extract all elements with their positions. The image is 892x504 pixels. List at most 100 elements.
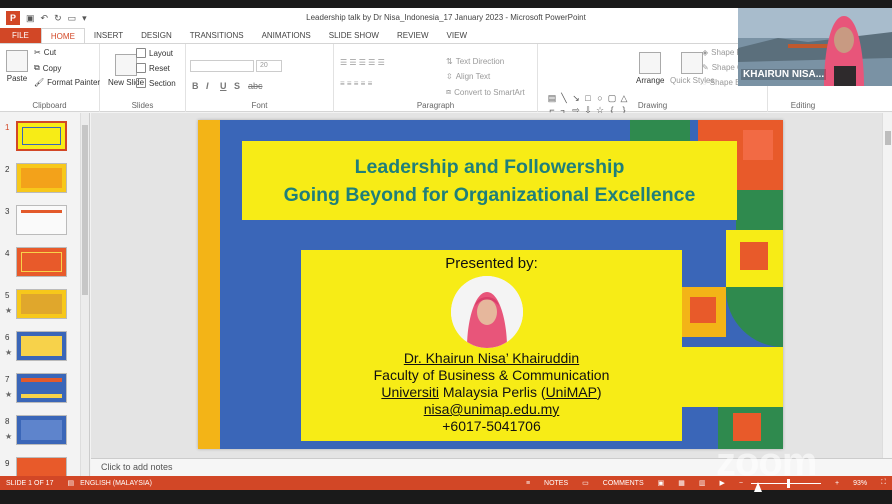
decor-orange-bottom [733,413,761,441]
slide-thumbnail[interactable] [16,331,67,361]
current-slide[interactable]: Leadership and Followership Going Beyond… [198,120,783,449]
present-icon[interactable]: ▭ [68,13,77,24]
shape-textbox-icon[interactable]: ▤ [546,92,558,104]
thumbnail-row[interactable]: 7 ★ [0,373,89,413]
fit-slide-icon[interactable]: ⛶ [881,479,886,487]
normal-view-icon[interactable]: ▣ [658,479,665,487]
tab-file[interactable]: FILE [0,28,41,43]
thumbnail-row[interactable]: 9 [0,457,89,476]
shape-triangle-icon[interactable]: △ [618,92,630,104]
notes-button[interactable]: NOTES [544,480,568,487]
decor-left-strip [198,120,220,449]
editing-label: Editing [790,101,816,110]
slides-label: Slides [131,101,154,110]
comments-button[interactable]: COMMENTS [603,480,644,487]
slide-editing-area: Leadership and Followership Going Beyond… [91,113,882,458]
section-button[interactable]: Section [136,78,176,88]
layout-button[interactable]: Layout [136,48,173,58]
copy-button[interactable]: ⧉ Copy [34,63,61,73]
slide-title-line-2: Going Beyond for Organizational Excellen… [283,183,696,206]
undo-icon[interactable]: ↶ [41,13,49,24]
redo-icon[interactable]: ↻ [54,13,62,24]
tab-review[interactable]: REVIEW [388,28,438,43]
format-painter-button[interactable]: 🖌 Format Painter [34,78,100,87]
shape-fill-button[interactable]: ◈ Shape F [702,48,741,57]
arrange-button[interactable]: Arrange [636,52,664,85]
tab-slide-show[interactable]: SLIDE SHOW [320,28,388,43]
strikethrough-button[interactable]: abc [248,81,263,91]
slide-thumbnail[interactable] [16,121,67,151]
save-icon[interactable]: ▣ [26,13,35,24]
paint-bucket-icon: ◈ [702,48,709,57]
slide-thumbnail[interactable] [16,247,67,277]
thumbnail-row[interactable]: 1 [0,121,89,161]
align-text-button[interactable]: ⇳ Align Text [446,72,490,81]
title-box[interactable]: Leadership and Followership Going Beyond… [242,141,737,220]
bold-button[interactable]: B [192,81,199,91]
presenter-faculty: Faculty of Business & Communication [373,367,610,383]
notes-placeholder: Click to add notes [101,462,173,472]
tab-home[interactable]: HOME [40,28,85,43]
tab-animations[interactable]: ANIMATIONS [253,28,320,43]
convert-smartart-button[interactable]: ⧈ Convert to SmartArt [446,87,525,97]
decor-green-right [736,190,783,230]
paste-button[interactable]: Paste [6,50,28,83]
language-indicator[interactable]: ENGLISH (MALAYSIA) [80,480,152,487]
font-size-box[interactable]: 20 [256,60,282,72]
participant-video[interactable]: KHAIRUN NISA... [738,8,892,86]
cut-button[interactable]: ✂ Cut [34,48,56,57]
text-direction-button[interactable]: ⇅ Text Direction [446,57,504,66]
thumbnail-row[interactable]: 8 ★ [0,415,89,455]
align-icon[interactable]: ≡ ≡ ≡ ≡ ≡ [340,79,372,88]
smartart-icon: ⧈ [446,87,452,96]
pen-icon: ✎ [702,63,709,72]
thumbnail-row[interactable]: 2 [0,163,89,203]
shadow-button[interactable]: S [234,81,240,91]
slide-thumbnail[interactable] [16,163,67,193]
customize-icon[interactable]: ▾ [82,13,87,24]
tab-design[interactable]: DESIGN [132,28,181,43]
zoom-in-icon[interactable]: + [835,480,839,487]
scrollbar-thumb[interactable] [885,131,891,145]
underline-button[interactable]: U [220,81,227,91]
decor-blue-left [220,220,301,449]
presenter-box[interactable]: Presented by: Dr. Khairun Nisa’ Khairudd… [301,250,682,441]
paragraph-group: ☰ ☰ ☰ ☰ ☰ ≡ ≡ ≡ ≡ ≡ ⇅ Text Direction ⇳ Ali… [334,44,538,112]
italic-button[interactable]: I [206,81,209,91]
shape-oval-icon[interactable]: ○ [594,92,606,104]
thumbnail-row[interactable]: 5 ★ [0,289,89,329]
slide-thumbnail[interactable] [16,205,67,235]
shape-rect-icon[interactable]: □ [582,92,594,104]
tab-view[interactable]: VIEW [438,28,476,43]
shape-rounded-icon[interactable]: ▢ [606,92,618,104]
spelling-icon[interactable]: ▤ [67,479,74,487]
notes-icon[interactable]: ≡ [526,480,530,487]
zoom-level[interactable]: 93% [853,480,867,487]
shape-effects-button[interactable]: ◌ Shape E [702,78,740,87]
scrollbar-thumb[interactable] [82,125,88,295]
slide-thumbnail[interactable] [16,373,67,403]
thumbnails-scrollbar[interactable] [80,113,89,476]
clipboard-group: Paste ✂ Cut ⧉ Copy 🖌 Format Painter Clipboa… [0,44,100,112]
decor-green-quarter [726,287,783,347]
tab-insert[interactable]: INSERT [85,28,132,43]
tab-transitions[interactable]: TRANSITIONS [181,28,253,43]
sorter-view-icon[interactable]: ▦ [678,479,685,487]
slide-thumbnail[interactable] [16,415,67,445]
bullets-icon[interactable]: ☰ ☰ ☰ ☰ ☰ [340,58,385,67]
slide-thumbnail[interactable] [16,289,67,319]
decor-orange-square [740,242,768,270]
decor-yellow-lower [682,347,783,407]
thumbnail-row[interactable]: 3 [0,205,89,245]
reset-button[interactable]: Reset [136,63,170,73]
slide-thumbnail[interactable] [16,457,67,476]
thumbnail-row[interactable]: 6 ★ [0,331,89,371]
reading-view-icon[interactable]: ▥ [699,479,706,487]
shape-arrow-line-icon[interactable]: ↘ [570,92,582,104]
font-name-box[interactable] [190,60,254,72]
shape-line-icon[interactable]: ╲ [558,92,570,104]
slide-vertical-scrollbar[interactable] [882,113,892,458]
mouse-cursor-icon [754,482,762,492]
comments-icon[interactable]: ▭ [582,479,589,487]
thumbnail-row[interactable]: 4 [0,247,89,287]
